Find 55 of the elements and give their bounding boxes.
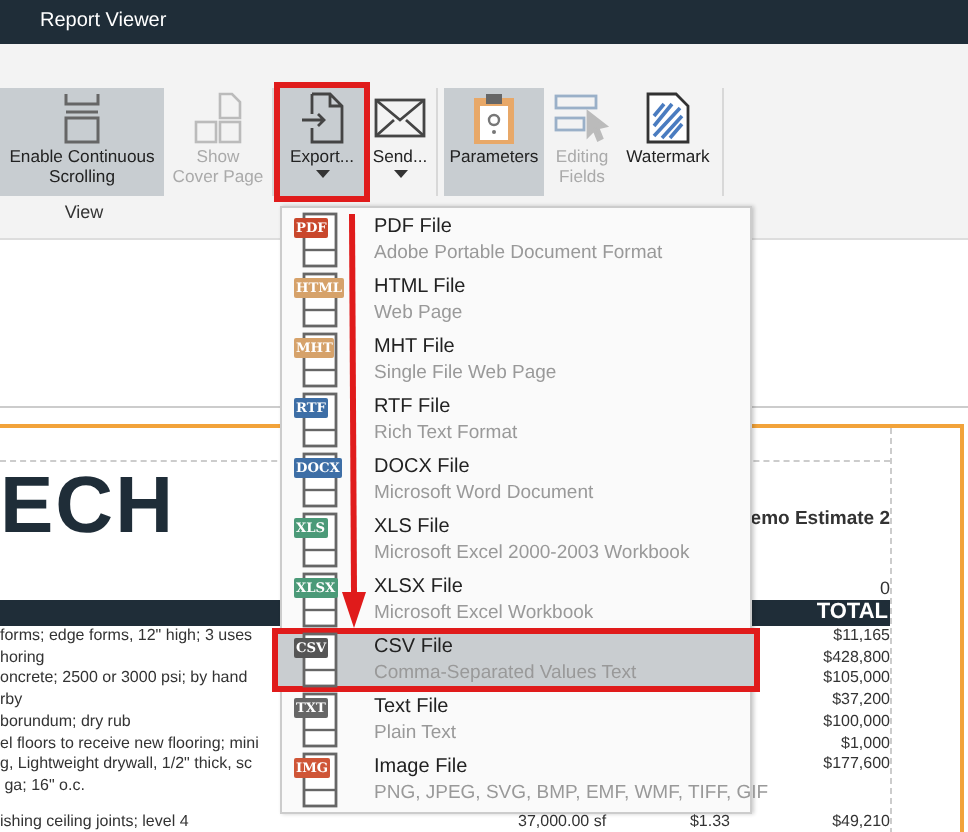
menu-item-title: XLS File	[374, 516, 450, 538]
column-heading: TOTAL	[816, 600, 888, 624]
ribbon-button[interactable]: Export...	[280, 88, 364, 196]
table-cell: borundum; dry rub	[0, 711, 131, 734]
table-cell: $105,000	[823, 668, 890, 691]
menu-item-description: Adobe Portable Document Format	[374, 242, 663, 264]
menu-item-description: Microsoft Excel 2000-2003 Workbook	[374, 542, 690, 564]
group-label: View	[64, 202, 104, 222]
ribbon-button[interactable]: Enable Continuous Scrolling	[0, 88, 164, 196]
menu-item-title: HTML File	[374, 276, 466, 298]
caret-icon	[315, 170, 329, 178]
table-cell: $428,800	[823, 647, 890, 669]
menu-item-description: PNG, JPEG, SVG, BMP, EMF, WMF, TIFF, GIF	[374, 782, 769, 804]
export-icon	[300, 90, 344, 146]
table-cell: $49,210	[832, 811, 890, 830]
table-cell: $11,165	[833, 626, 890, 648]
ribbon-button[interactable]: Watermark	[620, 88, 716, 196]
menu-item-description: Microsoft Excel Workbook	[374, 602, 594, 624]
menu-item-title: MHT File	[374, 336, 455, 358]
menu-item-title: PDF File	[374, 216, 452, 238]
table-cell: oncrete; 2500 or 3000 psi; by hand	[0, 668, 248, 691]
clipboard-icon	[472, 90, 516, 146]
table-cell: forms; edge forms, 12" high; 3 uses	[0, 626, 253, 648]
header-value: 0	[879, 578, 890, 598]
table-cell: 37,000.00 sf	[518, 811, 607, 830]
table-cell: horing	[0, 647, 45, 669]
table-cell: $37,200	[832, 690, 890, 712]
table-cell: $100,000	[823, 711, 890, 734]
menu-item-title: XLSX File	[374, 576, 463, 598]
table-cell: el floors to receive new flooring; mini	[0, 733, 259, 755]
menu-item-title: DOCX File	[374, 456, 470, 478]
logo-text: ECH	[0, 466, 175, 546]
menu-item-title: Text File	[374, 696, 449, 718]
caret-icon	[393, 170, 407, 178]
table-cell: ishing ceiling joints; level 4	[0, 811, 189, 830]
table-cell: $1.33	[689, 811, 730, 830]
ribbon-button[interactable]: Send...	[370, 88, 430, 196]
menu-item-title: CSV File	[374, 636, 453, 658]
table-cell: g, Lightweight drywall, 1/2" thick, sc ga; 16" o.c.	[0, 754, 253, 798]
menu-item-title: Image File	[374, 756, 468, 778]
table-cell: $1,000	[841, 733, 890, 755]
menu-item-title: RTF File	[374, 396, 451, 418]
menu-item-description: Plain Text	[374, 722, 457, 744]
menu-item-description: Rich Text Format	[374, 422, 518, 444]
menu-item-description: Single File Web Page	[374, 362, 557, 384]
menu-item-description: Microsoft Word Document	[374, 482, 594, 504]
table-cell: rby	[0, 690, 23, 712]
table-cell-text: $177,600	[823, 754, 890, 777]
window-title: Report Viewer	[40, 10, 167, 32]
watermark-icon	[646, 90, 690, 146]
pages-icon	[192, 90, 244, 146]
ribbon-button[interactable]: Parameters	[444, 88, 544, 196]
form-cursor-icon	[554, 90, 610, 146]
menu-item-description: Web Page	[374, 302, 463, 324]
estimate-title: emo Estimate 2	[750, 506, 890, 534]
